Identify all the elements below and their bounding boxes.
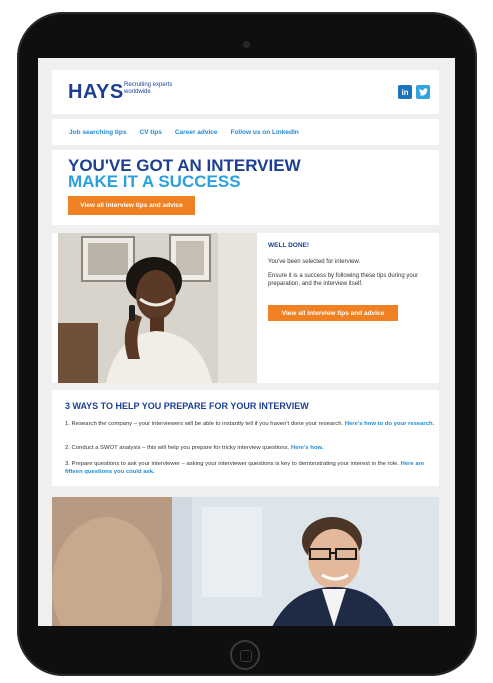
interview-man-photo <box>52 497 439 626</box>
tip-item-1: 1. Research the company – your interview… <box>65 420 437 428</box>
woman-on-phone-photo <box>58 233 257 383</box>
well-done-heading: WELL DONE! <box>268 242 310 249</box>
three-ways-title: 3 WAYS TO HELP YOU PREPARE FOR YOUR INTE… <box>65 401 309 411</box>
tip-1-text: 1. Research the company – your interview… <box>65 421 345 427</box>
nav-career-advice[interactable]: Career advice <box>175 129 218 136</box>
home-button[interactable] <box>230 640 260 670</box>
nav-follow-linkedin[interactable]: Follow us on LinkedIn <box>230 129 298 136</box>
view-tips-button-secondary[interactable]: View all interview tips and advice <box>268 305 398 321</box>
tip-item-2: 2. Conduct a SWOT analysis – this will h… <box>65 444 437 452</box>
hays-logo[interactable]: HAYS <box>68 81 124 104</box>
view-tips-button[interactable]: View all interview tips and advice <box>68 196 195 215</box>
tip-2-link[interactable]: Here's how. <box>291 445 324 451</box>
well-done-para2: Ensure it is a success by following thes… <box>268 273 419 287</box>
camera-icon <box>243 41 250 48</box>
hero-subtitle: MAKE IT A SUCCESS <box>68 172 241 191</box>
tip-item-3: 3. Prepare questions to ask your intervi… <box>65 460 437 476</box>
email-nav: Job searching tips CV tips Career advice… <box>52 119 439 145</box>
email-header: HAYS Recruiting experts worldwide in <box>52 70 439 114</box>
three-ways-section: 3 WAYS TO HELP YOU PREPARE FOR YOUR INTE… <box>52 390 439 486</box>
twitter-icon[interactable] <box>416 85 430 99</box>
hero-banner: YOU'VE GOT AN INTERVIEW MAKE IT A SUCCES… <box>52 150 439 225</box>
logo-tagline: Recruiting experts worldwide <box>124 82 173 95</box>
well-done-section: WELL DONE! You've been selected for inte… <box>52 233 439 383</box>
tablet-screen: HAYS Recruiting experts worldwide in Job… <box>38 58 455 626</box>
well-done-para1: You've been selected for interview. <box>268 259 360 265</box>
tip-2-text: 2. Conduct a SWOT analysis – this will h… <box>65 445 291 451</box>
nav-cv-tips[interactable]: CV tips <box>139 129 161 136</box>
email-body: HAYS Recruiting experts worldwide in Job… <box>52 70 439 626</box>
well-done-text: WELL DONE! You've been selected for inte… <box>268 242 433 288</box>
tip-1-link[interactable]: Here's how to do your research. <box>345 421 434 427</box>
linkedin-icon[interactable]: in <box>398 85 412 99</box>
nav-job-searching-tips[interactable]: Job searching tips <box>69 129 126 136</box>
tip-3-text: 3. Prepare questions to ask your intervi… <box>65 461 401 467</box>
